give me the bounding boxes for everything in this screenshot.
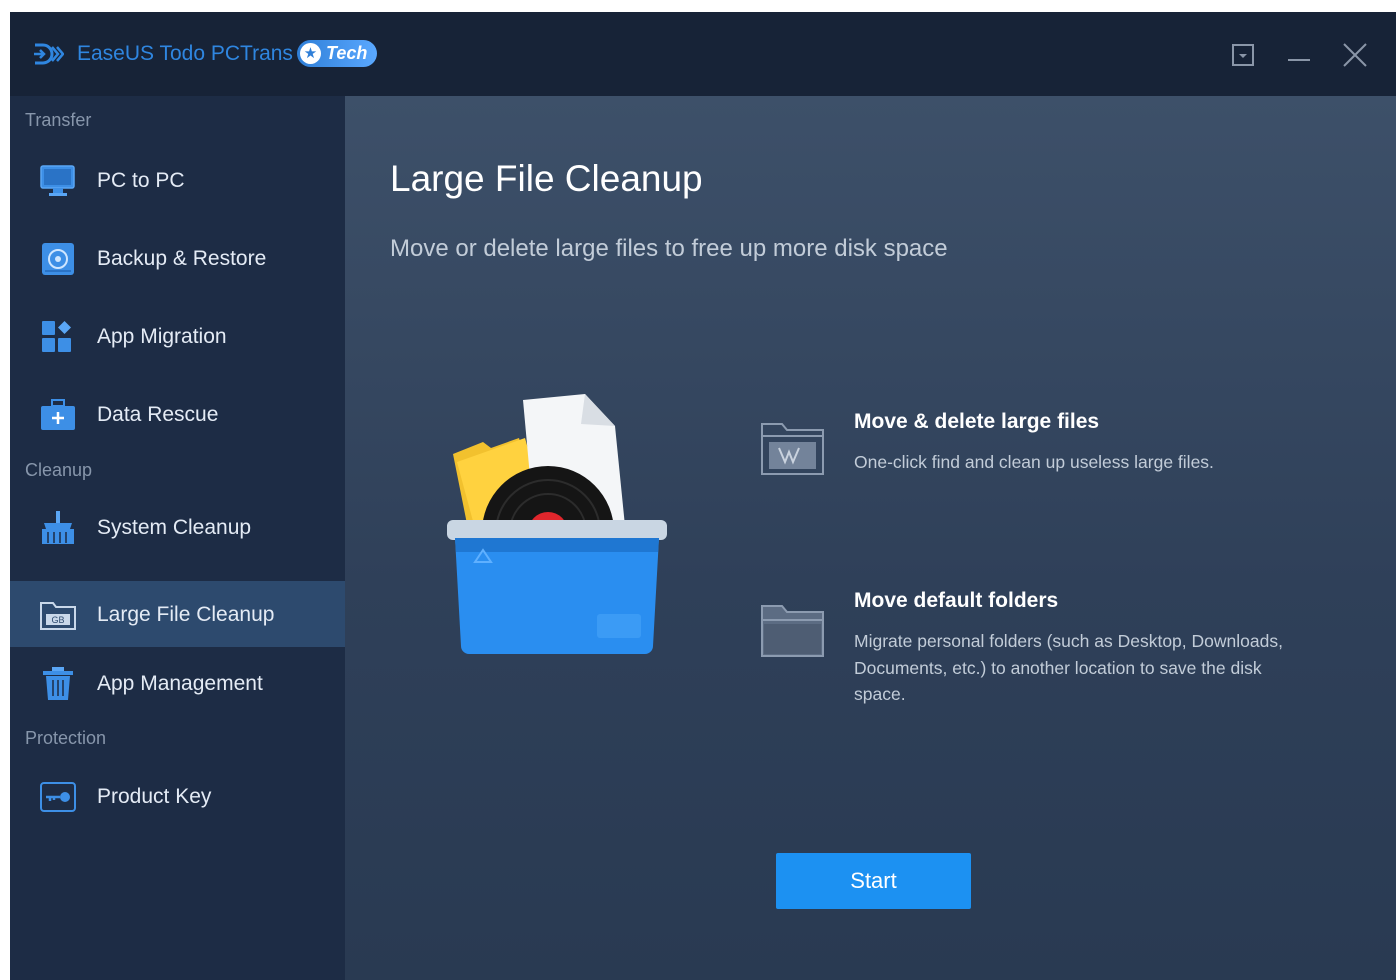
edition-badge-label: Tech bbox=[326, 43, 368, 63]
trash-bin-icon bbox=[38, 666, 78, 702]
sidebar-item-label: Large File Cleanup bbox=[97, 603, 275, 626]
bin-illustration bbox=[445, 392, 670, 662]
close-button[interactable] bbox=[1342, 42, 1368, 68]
feature-desc-move-delete: One-click find and clean up useless larg… bbox=[854, 452, 1214, 472]
app-window: EaseUS Todo PCTrans ★ Tech Transfer PC t… bbox=[10, 12, 1396, 980]
monitor-icon bbox=[38, 163, 78, 199]
star-icon: ★ bbox=[300, 43, 321, 64]
svg-text:GB: GB bbox=[51, 615, 64, 625]
dropdown-menu-button[interactable] bbox=[1230, 42, 1256, 68]
sidebar-item-data-rescue[interactable]: Data Rescue bbox=[10, 381, 345, 447]
minimize-icon bbox=[1288, 59, 1310, 61]
page-title: Large File Cleanup bbox=[390, 158, 703, 199]
feature-title-move-folders: Move default folders bbox=[854, 589, 1059, 612]
sidebar-item-label: Backup & Restore bbox=[97, 247, 267, 270]
large-file-folder-icon bbox=[759, 416, 827, 478]
sidebar-section-cleanup: Cleanup bbox=[25, 460, 93, 480]
sidebar-item-pc-to-pc[interactable]: PC to PC bbox=[10, 147, 345, 213]
dropdown-menu-icon bbox=[1232, 44, 1254, 66]
sidebar-item-label: System Cleanup bbox=[97, 516, 252, 539]
open-folder-icon bbox=[759, 598, 827, 660]
app-grid-icon bbox=[38, 319, 78, 355]
start-button[interactable]: Start bbox=[776, 853, 971, 909]
broom-icon bbox=[38, 510, 78, 546]
sidebar-item-app-management[interactable]: App Management bbox=[10, 650, 345, 716]
sidebar-section-transfer: Transfer bbox=[25, 110, 92, 130]
close-icon bbox=[1343, 43, 1367, 67]
sidebar-section-protection: Protection bbox=[25, 728, 107, 748]
sidebar-item-label: App Management bbox=[97, 672, 263, 695]
sidebar-item-product-key[interactable]: Product Key bbox=[10, 763, 345, 829]
rescue-kit-icon bbox=[38, 397, 78, 433]
app-title: EaseUS Todo PCTrans bbox=[77, 42, 293, 65]
transfer-arrow-logo-icon bbox=[32, 40, 65, 68]
main-content: Large File Cleanup Move or delete large … bbox=[345, 96, 1396, 980]
sidebar-item-label: App Migration bbox=[97, 325, 227, 348]
sidebar-item-large-file-cleanup[interactable]: GB Large File Cleanup bbox=[10, 581, 345, 647]
sidebar-item-label: Data Rescue bbox=[97, 403, 219, 426]
title-bar: EaseUS Todo PCTrans ★ Tech bbox=[10, 12, 1396, 96]
key-icon bbox=[38, 779, 78, 815]
sidebar-item-system-cleanup[interactable]: System Cleanup bbox=[10, 494, 345, 560]
feature-title-move-delete: Move & delete large files bbox=[854, 410, 1100, 433]
sidebar-item-label: PC to PC bbox=[97, 169, 185, 192]
page-subtitle: Move or delete large files to free up mo… bbox=[390, 235, 948, 262]
minimize-button[interactable] bbox=[1286, 42, 1312, 68]
edition-badge: ★ Tech bbox=[297, 40, 377, 67]
backup-icon bbox=[38, 241, 78, 277]
sidebar: Transfer PC to PC Backup & Restore App M… bbox=[10, 96, 345, 980]
sidebar-item-backup-restore[interactable]: Backup & Restore bbox=[10, 225, 345, 291]
feature-desc-move-folders: Migrate personal folders (such as Deskto… bbox=[854, 631, 1283, 704]
sidebar-item-app-migration[interactable]: App Migration bbox=[10, 303, 345, 369]
sidebar-item-label: Product Key bbox=[97, 785, 212, 808]
gb-folder-icon: GB bbox=[38, 597, 78, 633]
